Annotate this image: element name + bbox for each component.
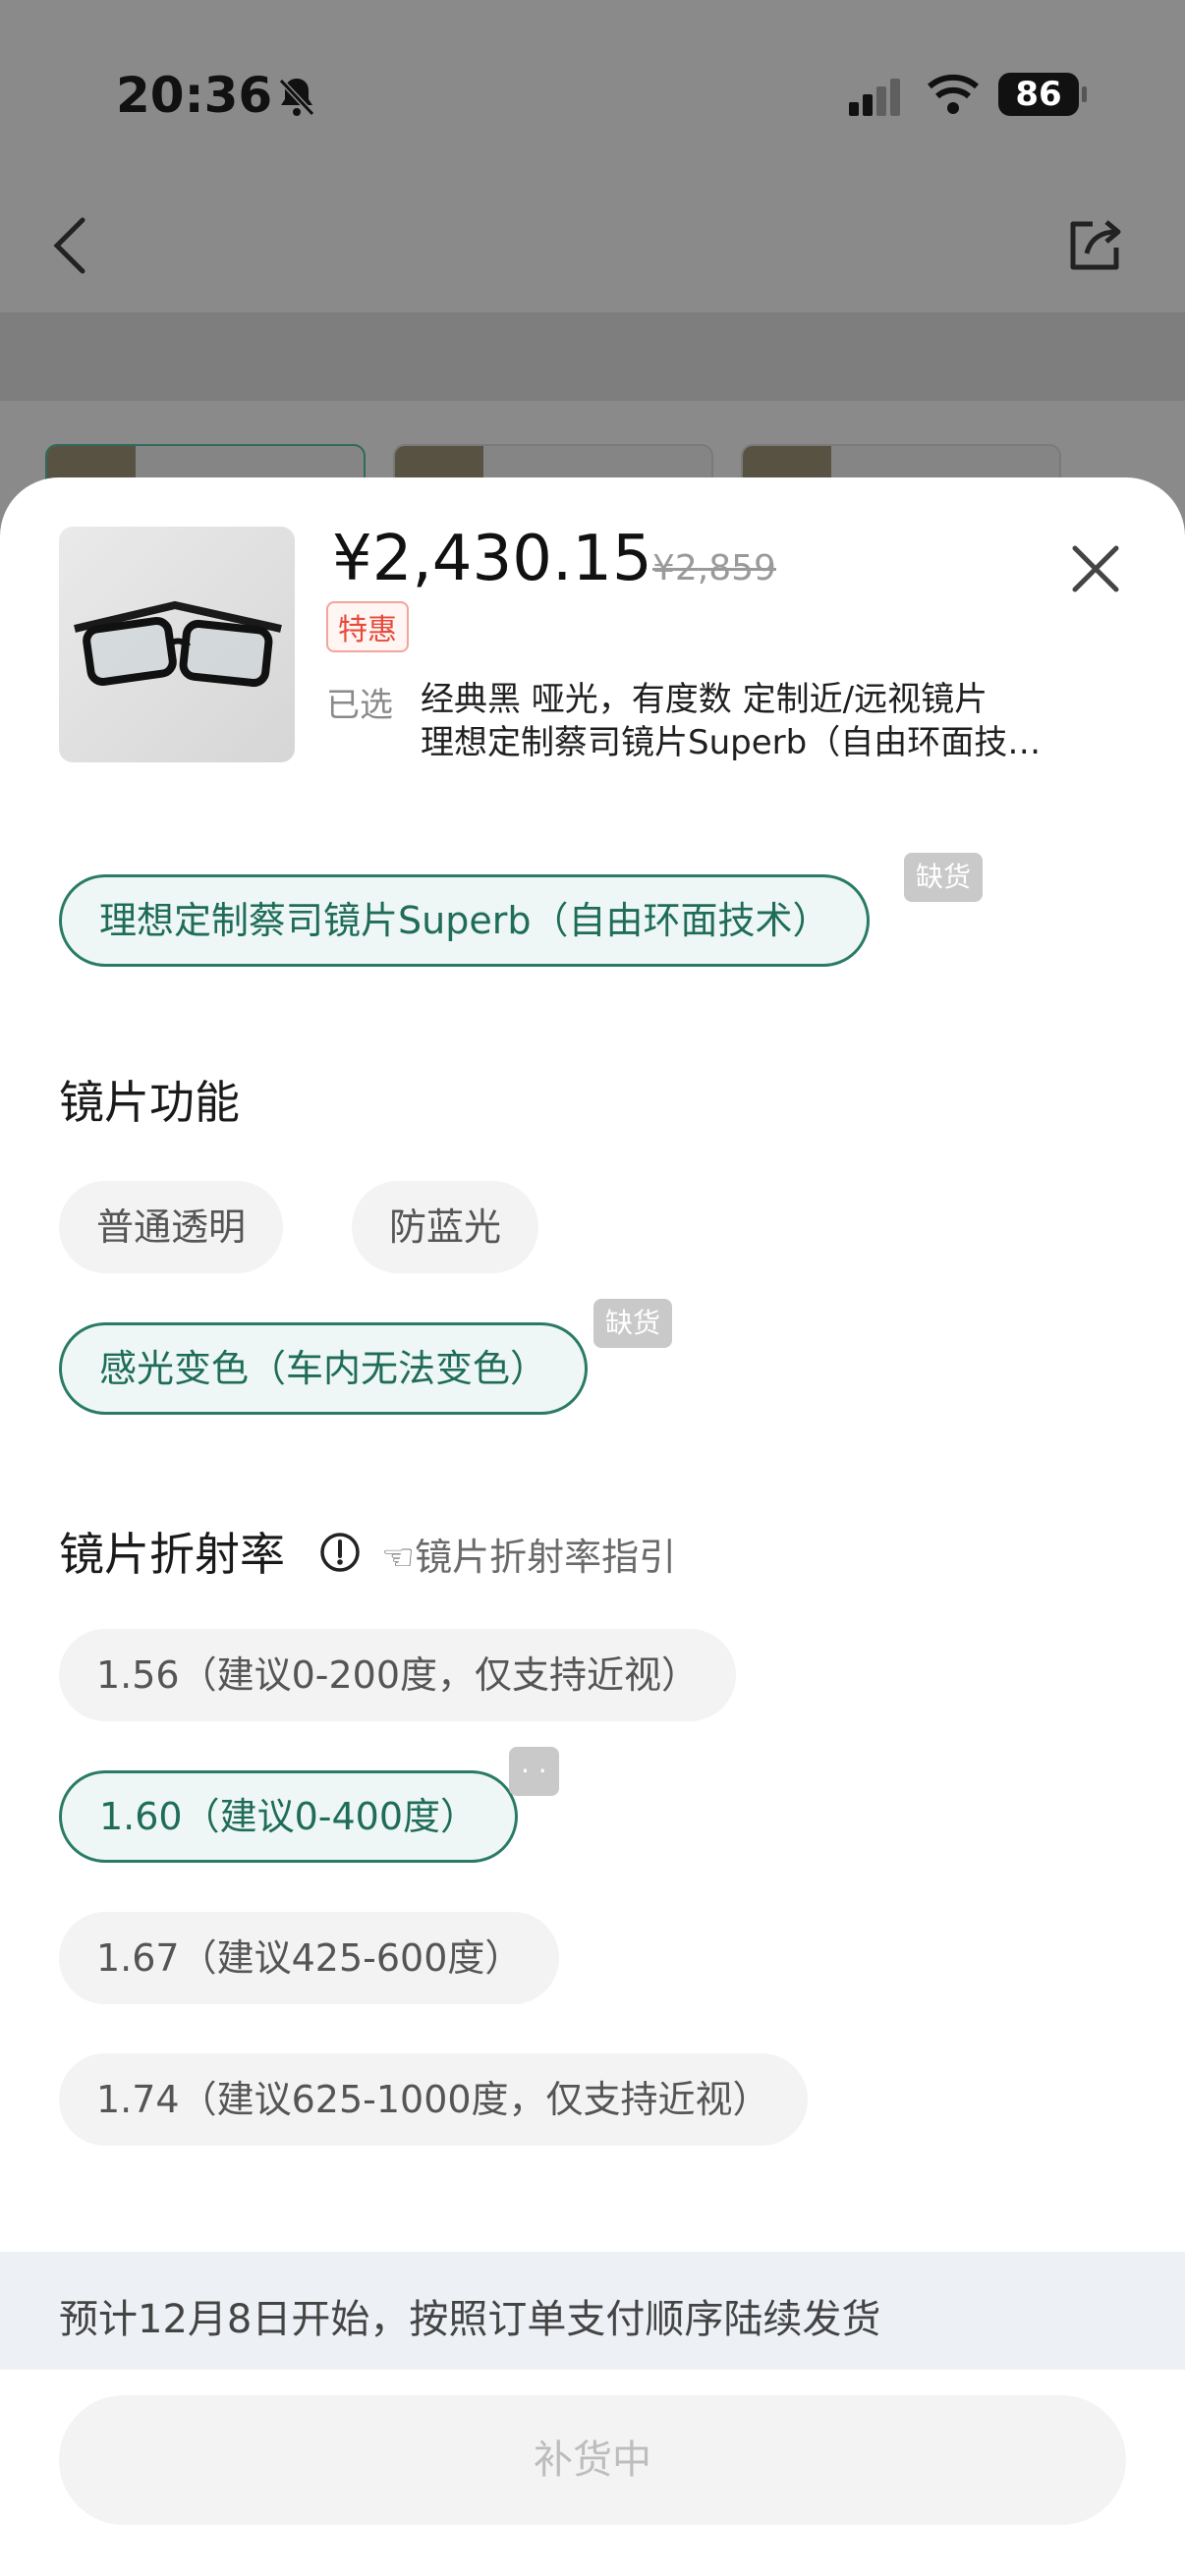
background-banner xyxy=(0,312,1185,664)
special-offer-tag: 特惠 xyxy=(326,601,409,652)
close-icon[interactable] xyxy=(1067,540,1124,597)
refractive-option-156[interactable]: 1.56（建议0-200度，仅支持近视） xyxy=(59,1629,737,1721)
shipping-notice-text: 预计12月8日开始，按照订单支付顺序陆续发货 xyxy=(59,2297,881,2342)
refractive-option-167[interactable]: 1.67（建议425-600度） xyxy=(59,1912,560,2004)
refractive-index-title: 镜片折射率 xyxy=(59,1528,285,1581)
selected-line-2: 理想定制蔡司镜片Superb（自由环面技术） xyxy=(421,723,1049,762)
current-price: ¥2,430.15 xyxy=(332,523,652,595)
battery-icon: 86 xyxy=(998,73,1087,116)
share-icon[interactable] xyxy=(1063,214,1126,277)
back-icon[interactable] xyxy=(47,214,96,277)
shipping-notice: 预计12月8日开始，按照订单支付顺序陆续发货 xyxy=(0,2252,1185,2370)
original-price: ¥2,859 xyxy=(652,548,776,588)
sku-selector-sheet: ¥2,430.15 ¥2,859 特惠 已选 经典黑 哑光，有度数 定制近/远视… xyxy=(0,477,1185,2576)
lens-function-option-photochromic[interactable]: 感光变色（车内无法变色） xyxy=(59,1322,589,1415)
selected-label: 已选 xyxy=(326,686,393,725)
lens-function-option-blue-light[interactable]: 防蓝光 xyxy=(352,1181,539,1273)
refractive-index-guide-link[interactable]: ☜镜片折射率指引 xyxy=(381,1527,676,1581)
selected-summary: 经典黑 哑光，有度数 定制近/远视镜片 理想定制蔡司镜片Superb（自由环面技… xyxy=(421,678,1049,764)
refractive-option-174[interactable]: 1.74（建议625-1000度，仅支持近视） xyxy=(59,2053,808,2146)
status-time: 20:36 xyxy=(116,67,273,124)
lens-function-option-clear[interactable]: 普通透明 xyxy=(59,1181,284,1273)
lens-type-option[interactable]: 理想定制蔡司镜片Superb（自由环面技术） xyxy=(59,874,871,967)
product-image xyxy=(59,527,295,762)
signal-icon xyxy=(849,79,900,116)
restocking-button[interactable]: 补货中 xyxy=(59,2395,1126,2525)
out-of-stock-badge: 缺货 xyxy=(904,853,984,902)
option-badge: · · xyxy=(509,1747,559,1796)
wifi-icon xyxy=(928,74,979,114)
refractive-option-160[interactable]: 1.60（建议0-400度） xyxy=(59,1770,519,1863)
info-icon[interactable] xyxy=(318,1531,362,1574)
bell-slash-icon xyxy=(278,78,315,117)
glasses-icon xyxy=(74,600,282,688)
selected-line-1: 经典黑 哑光，有度数 定制近/远视镜片 xyxy=(421,680,988,719)
lens-function-title: 镜片功能 xyxy=(59,1076,240,1129)
status-bar: 20:36 86 xyxy=(0,0,1185,196)
out-of-stock-badge: 缺货 xyxy=(593,1299,673,1348)
